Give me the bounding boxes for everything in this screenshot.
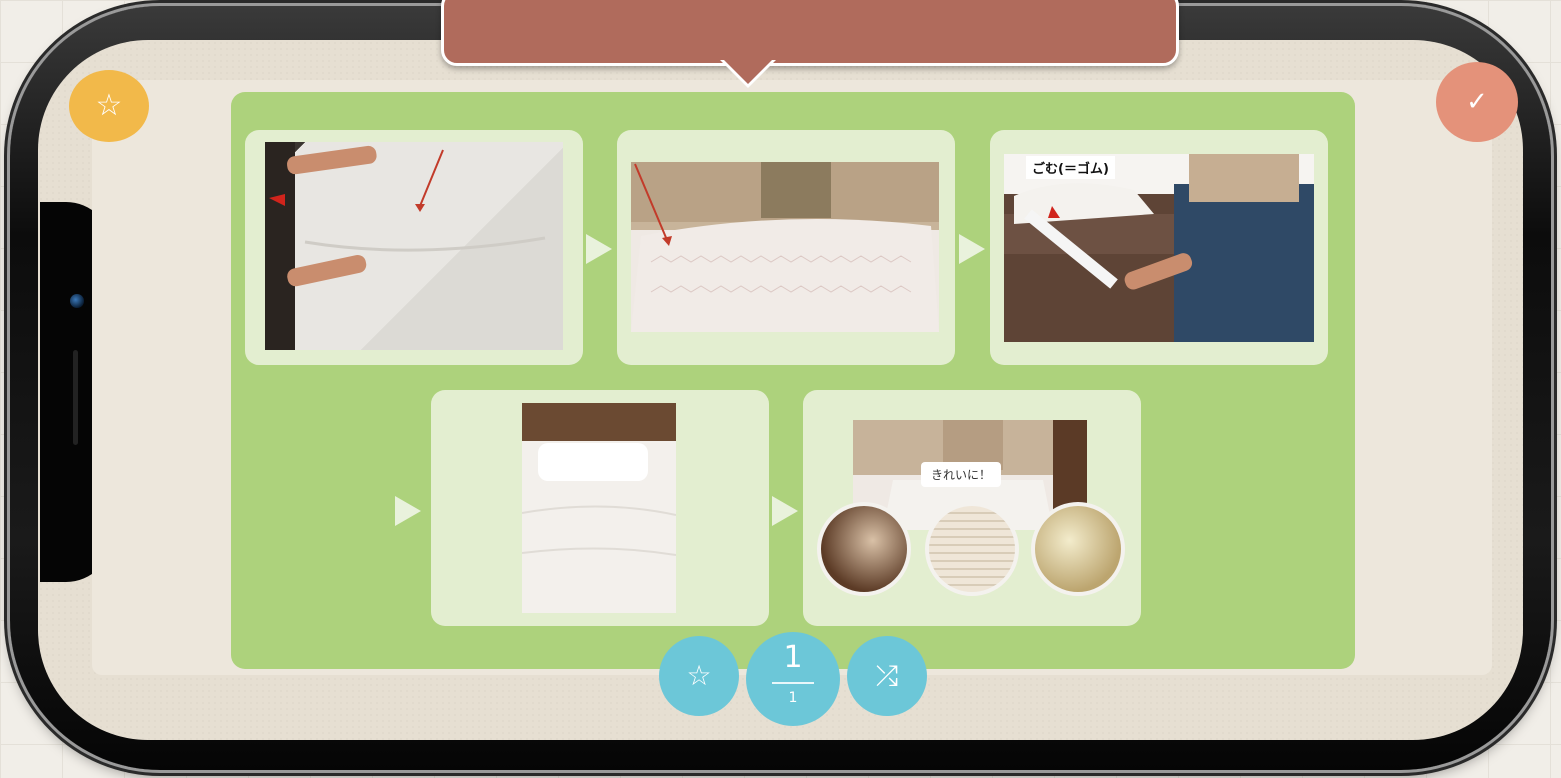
title-callout (441, 0, 1179, 66)
step-1-photo (265, 142, 563, 350)
step-2-photo (631, 162, 939, 332)
shuffle-icon: ⤮ (875, 659, 899, 692)
pad-illustration (631, 162, 939, 332)
callout-tail-inner (724, 60, 772, 84)
tip-bubble: きれいに！ (921, 462, 1002, 487)
favorite-star-button[interactable]: ☆ (69, 70, 149, 142)
step-card-2[interactable] (617, 130, 955, 365)
next-arrow-icon (586, 234, 612, 264)
bed-illustration (522, 403, 676, 613)
camera-icon (70, 294, 84, 308)
total-pages: 1 (788, 690, 798, 706)
step-3-photo: ごむ(＝ゴム) (1004, 154, 1314, 342)
shuffle-button[interactable]: ⤮ (847, 636, 927, 716)
check-icon: ✓ (1466, 87, 1488, 117)
step-card-4[interactable] (431, 390, 769, 626)
next-arrow-icon (395, 496, 421, 526)
detail-photo-2 (925, 502, 1019, 596)
speaker-grille (73, 350, 78, 445)
next-arrow-icon (772, 496, 798, 526)
step-card-5[interactable]: きれいに！ (803, 390, 1141, 626)
current-page: 1 (783, 640, 803, 675)
callout-title (444, 0, 1176, 29)
step-card-1[interactable] (245, 130, 583, 365)
step-card-3[interactable]: ごむ(＝ゴム) (990, 130, 1328, 365)
next-arrow-icon (959, 234, 985, 264)
procedure-panel: ごむ(＝ゴム) きれいに！ (231, 92, 1355, 669)
detail-photo-1 (817, 502, 911, 596)
sheet-illustration (265, 142, 546, 350)
bottom-favorite-button[interactable]: ☆ (659, 636, 739, 716)
page-divider (772, 682, 814, 684)
star-icon: ☆ (95, 88, 123, 123)
detail-photo-3 (1031, 502, 1125, 596)
mattress-illustration (1004, 154, 1314, 342)
star-icon: ☆ (686, 659, 712, 692)
annotation-label: ごむ(＝ゴム) (1026, 156, 1115, 179)
step-4-photo (522, 403, 676, 613)
done-check-button[interactable]: ✓ (1436, 62, 1518, 142)
page-indicator: 1 1 (746, 632, 840, 726)
